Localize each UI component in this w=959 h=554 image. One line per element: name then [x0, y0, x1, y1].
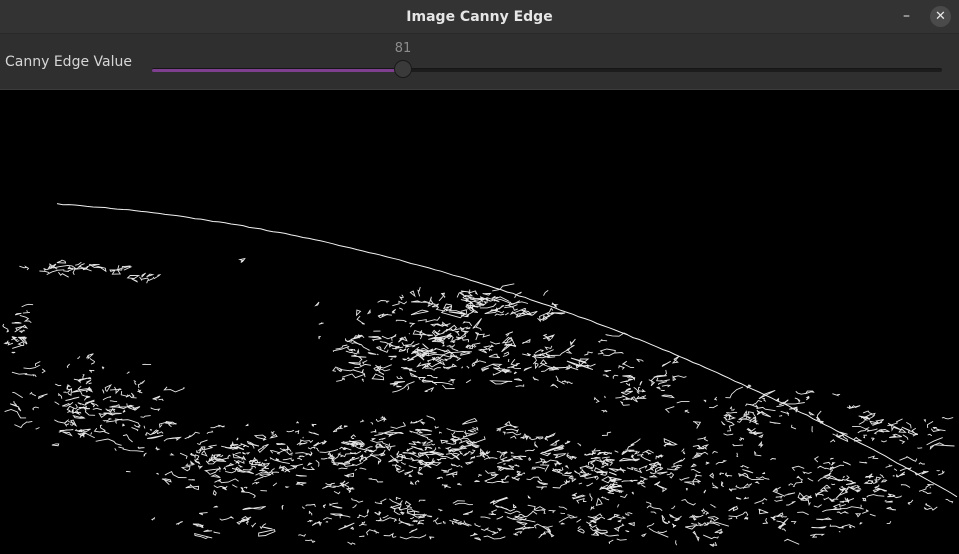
trackbar-track[interactable] [152, 68, 942, 72]
trackbar-value: 81 [394, 41, 412, 56]
edge-image [0, 90, 959, 550]
window-title: Image Canny Edge [406, 9, 553, 25]
title-bar: Image Canny Edge – ✕ [0, 0, 959, 34]
minimize-button[interactable]: – [896, 6, 917, 27]
trackbar-fill [152, 69, 403, 72]
minimize-icon: – [903, 8, 910, 24]
trackbar-label: Canny Edge Value [5, 54, 132, 70]
trackbar-panel: Canny Edge Value 81 [0, 34, 959, 90]
close-button[interactable]: ✕ [930, 6, 951, 27]
close-icon: ✕ [935, 9, 946, 24]
edge-image-canvas [2, 203, 958, 547]
trackbar-handle[interactable] [393, 60, 412, 78]
